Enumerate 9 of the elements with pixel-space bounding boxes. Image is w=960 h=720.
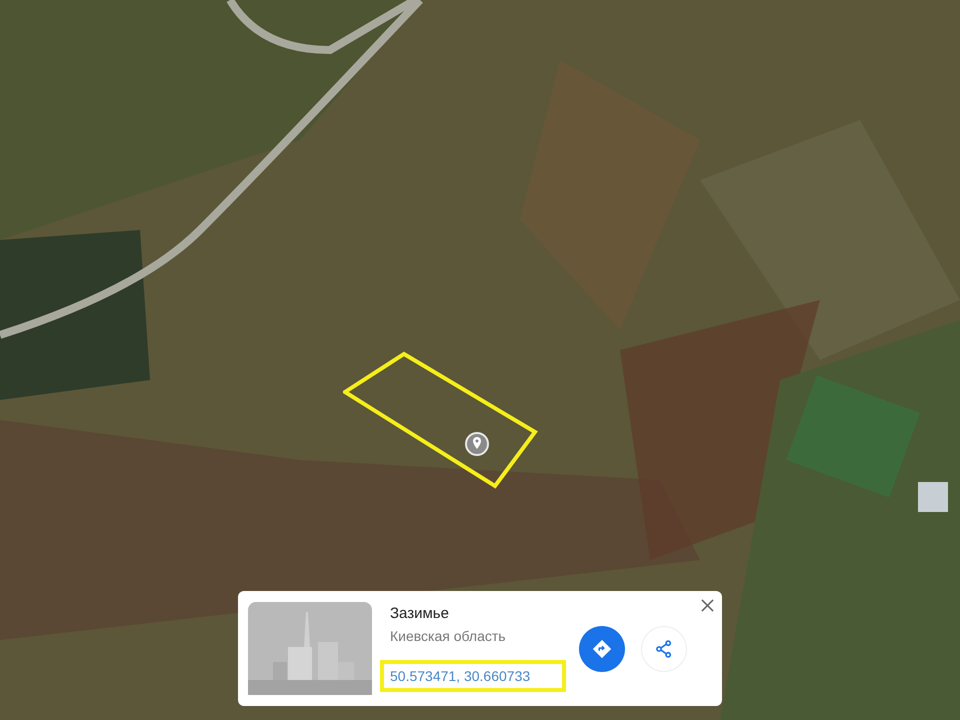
directions-button[interactable] <box>579 626 625 672</box>
close-button[interactable] <box>699 597 716 614</box>
place-region: Киевская область <box>390 628 507 644</box>
coordinates-link[interactable]: 50.573471, 30.660733 <box>380 660 566 692</box>
directions-icon <box>591 638 613 660</box>
share-icon <box>654 638 674 658</box>
close-icon <box>701 599 714 612</box>
share-button[interactable] <box>641 626 687 672</box>
place-name: Зазимье <box>390 605 450 622</box>
